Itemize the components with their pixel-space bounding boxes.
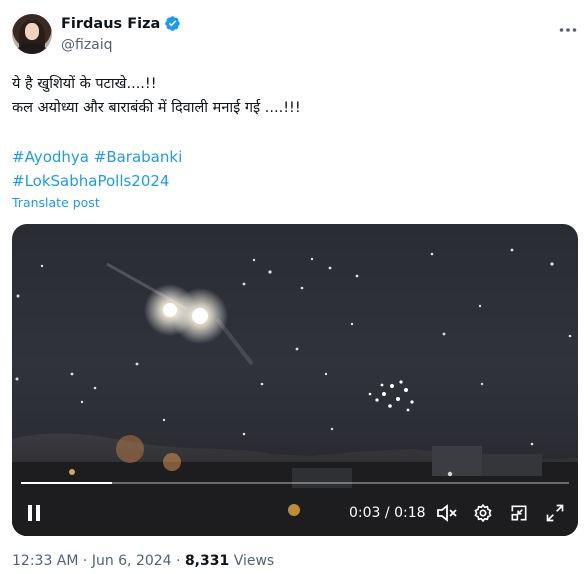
video-current-time: 0:03 [349,505,381,521]
author-display-name[interactable]: Firdaus Fiza [61,16,160,32]
tweet-time[interactable]: 12:33 AM [12,553,78,569]
author-name-row: Firdaus Fiza [61,15,181,32]
views-count: 8,331 [184,553,230,569]
video-progress-fill [21,482,113,484]
fullscreen-icon[interactable] [542,500,568,526]
pip-icon[interactable] [506,500,532,526]
tweet-text: ये है खुशियों के पटाखे....!! कल अयोध्या … [12,72,572,120]
video-time: 0:03 / 0:18 [349,505,426,521]
pause-icon[interactable] [21,500,47,526]
hashtag-ayodhya[interactable]: #Ayodhya [12,148,89,166]
verified-badge-icon [165,16,181,31]
avatar-face [25,23,39,40]
video-progress-bar[interactable] [21,482,569,484]
avatar-body [17,43,47,54]
more-options-icon[interactable] [558,20,578,40]
video-player[interactable]: 0:03 / 0:18 [12,224,578,536]
video-controls: 0:03 / 0:18 [12,494,578,530]
author-handle[interactable]: @fizaiq [61,37,113,53]
avatar[interactable] [12,14,52,54]
settings-icon[interactable] [470,500,496,526]
translate-post-link[interactable]: Translate post [12,195,100,210]
tweet-date[interactable]: Jun 6, 2024 [92,553,172,569]
mute-icon[interactable] [434,500,460,526]
hashtag-loksabhapolls2024[interactable]: #LokSabhaPolls2024 [12,172,169,190]
hashtags: #Ayodhya #Barabanki #LokSabhaPolls2024 [12,145,182,193]
meta-separator: · [176,553,181,569]
tweet-line-1: ये है खुशियों के पटाखे....!! [12,76,157,92]
views-label: Views [233,553,275,569]
hashtag-barabanki[interactable]: #Barabanki [94,148,182,166]
tweet-meta: 12:33 AM · Jun 6, 2024 · 8,331 Views [12,553,274,569]
tweet-line-2: कल अयोध्या और बाराबंकी में दिवाली मनाई ग… [12,100,301,116]
video-frame [12,248,578,536]
meta-separator: · [82,553,88,569]
video-duration: 0:18 [394,505,426,521]
video-time-separator: / [384,505,390,521]
